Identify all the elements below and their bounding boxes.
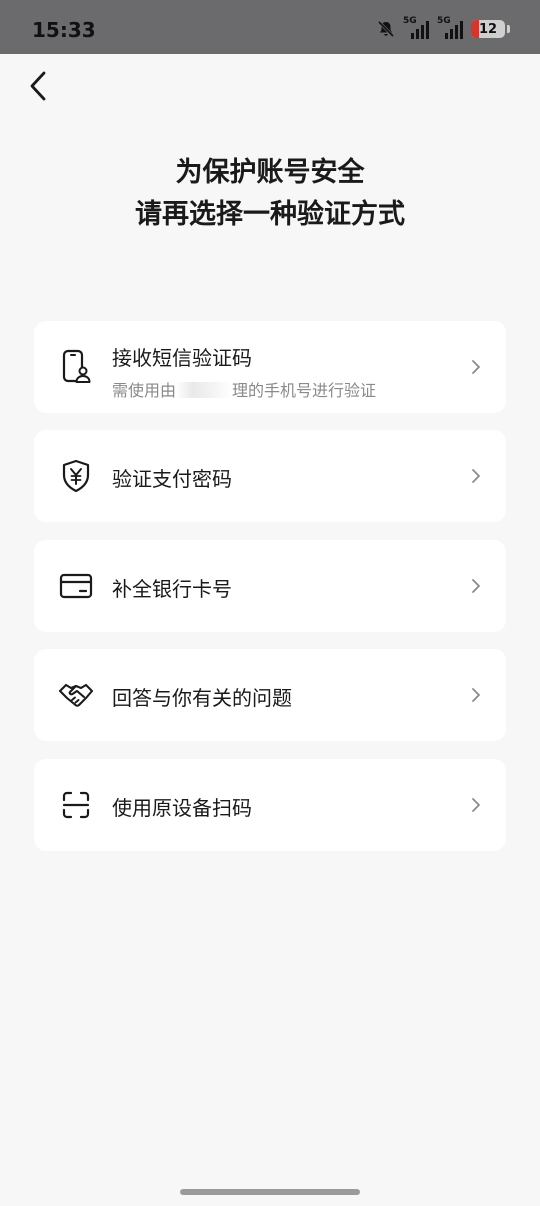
option-bank-card[interactable]: 补全银行卡号 xyxy=(34,540,506,632)
home-indicator[interactable] xyxy=(180,1189,360,1195)
bell-muted-icon xyxy=(377,20,395,38)
chevron-right-icon xyxy=(472,469,480,483)
scan-icon xyxy=(58,787,94,823)
battery-level: 12 xyxy=(478,21,498,37)
option-subtitle: 需使用由 理的手机号进行验证 xyxy=(112,381,377,400)
chevron-right-icon xyxy=(472,688,480,702)
option-label: 接收短信验证码 xyxy=(112,346,252,370)
page-title: 为保护账号安全 请再选择一种验证方式 xyxy=(0,152,540,236)
status-bar: 15:33 5G 5G 12 xyxy=(0,0,540,54)
redacted-block xyxy=(176,382,233,398)
status-time: 15:33 xyxy=(32,18,96,42)
yuan-shield-icon xyxy=(58,458,94,494)
title-line-2: 请再选择一种验证方式 xyxy=(135,199,405,230)
bank-card-icon xyxy=(58,568,94,604)
signal-2-icon: 5G xyxy=(437,16,463,39)
battery-icon: 12 xyxy=(471,20,505,38)
option-label: 使用原设备扫码 xyxy=(112,796,252,820)
option-label: 补全银行卡号 xyxy=(112,577,232,601)
title-line-1: 为保护账号安全 xyxy=(175,157,365,188)
option-security-questions[interactable]: 回答与你有关的问题 xyxy=(34,649,506,741)
chevron-left-icon xyxy=(30,71,46,101)
handshake-icon xyxy=(58,677,94,713)
chevron-right-icon xyxy=(472,360,480,374)
option-scan-original-device[interactable]: 使用原设备扫码 xyxy=(34,759,506,851)
signal-1-icon: 5G xyxy=(403,16,429,39)
option-label: 回答与你有关的问题 xyxy=(112,686,292,710)
option-label: 验证支付密码 xyxy=(112,467,232,491)
status-icons: 5G 5G 12 xyxy=(377,16,510,39)
chevron-right-icon xyxy=(472,798,480,812)
phone-user-icon xyxy=(58,349,94,385)
chevron-right-icon xyxy=(472,579,480,593)
option-sms-verification[interactable]: 接收短信验证码 需使用由 理的手机号进行验证 xyxy=(34,321,506,413)
option-payment-password[interactable]: 验证支付密码 xyxy=(34,430,506,522)
back-button[interactable] xyxy=(20,66,56,106)
